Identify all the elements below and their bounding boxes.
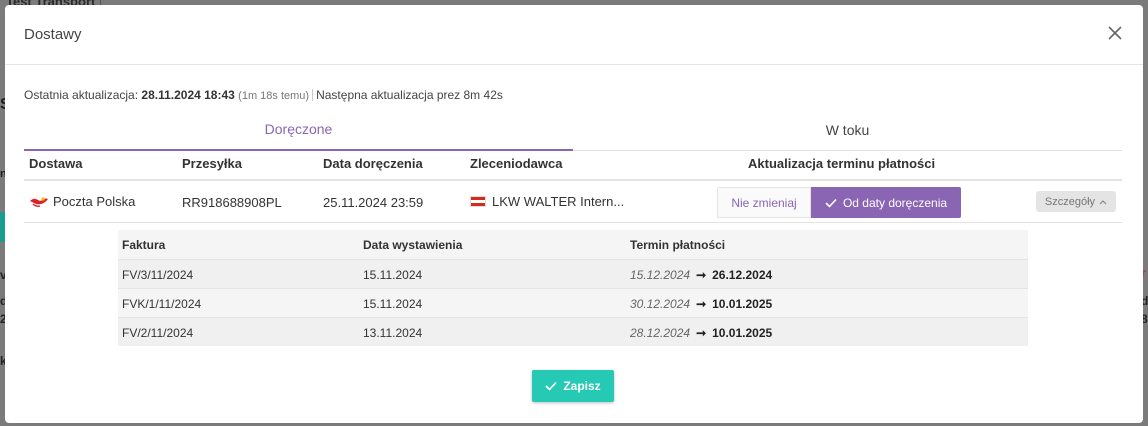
invoice-issue-date: 15.11.2024 [363, 297, 423, 311]
keep-unchanged-button[interactable]: Nie zmieniaj [717, 187, 811, 218]
details-label: Szczegóły [1044, 195, 1096, 208]
new-due-date: 10.01.2025 [712, 297, 773, 311]
tab-delivered[interactable]: Doręczone [24, 109, 573, 151]
next-update-label: Następna aktualizacja prez 8m 42s [316, 88, 503, 102]
update-status: Ostatnia aktualizacja: 28.11.2024 18:43 … [24, 88, 503, 102]
new-due-date: 10.01.2025 [712, 326, 773, 340]
invoice-number: FVK/1/11/2024 [122, 297, 202, 311]
invoice-issue-date: 13.11.2024 [363, 326, 423, 340]
last-update-ago: (1m 18s temu) [238, 90, 310, 102]
client-name: LKW WALTER Intern... [492, 194, 625, 209]
tabs: Doręczone W toku [24, 109, 1122, 151]
check-icon [545, 381, 557, 391]
chevron-up-icon [1099, 199, 1107, 204]
new-due-date: 26.12.2024 [712, 268, 773, 282]
invoice-number: FV/3/11/2024 [122, 268, 194, 282]
from-delivery-date-label: Od daty doręczenia [842, 195, 948, 210]
close-button[interactable] [1105, 23, 1125, 43]
details-button[interactable]: Szczegóły [1036, 191, 1116, 212]
table-header: Dostawa Przesyłka Data doręczenia Zlecen… [24, 151, 1122, 181]
poczta-polska-logo-icon [30, 196, 48, 207]
header-delivery-date: Data doręczenia [323, 156, 423, 171]
separator [312, 89, 314, 101]
invoice-number: FV/2/11/2024 [122, 326, 194, 340]
header-invoice: Faktura [122, 238, 166, 252]
invoice-row: FV/2/11/2024 13.11.2024 28.12.2024 ➞ 10.01… [118, 317, 1028, 346]
from-delivery-date-button[interactable]: Od daty doręczenia [811, 187, 961, 218]
invoice-due-change: 28.12.2024 ➞ 10.01.2025 [630, 326, 772, 340]
invoice-due-change: 15.12.2024 ➞ 26.12.2024 [630, 268, 772, 282]
deliveries-modal: Dostawy Ostatnia aktualizacja: 28.11.202… [5, 5, 1143, 423]
arrow-right-icon: ➞ [696, 297, 707, 311]
tab-in-progress[interactable]: W toku [573, 109, 1122, 151]
payment-update-toggle: Nie zmieniaj Od daty doręczenia [717, 187, 961, 218]
last-update-value: 28.11.2024 18:43 [141, 88, 235, 102]
close-icon [1108, 26, 1122, 40]
invoice-row: FV/3/11/2024 15.11.2024 15.12.2024 ➞ 26.12… [118, 259, 1028, 288]
modal-header: Dostawy [5, 5, 1143, 65]
header-issue-date: Data wystawienia [363, 238, 463, 252]
carrier-name: Poczta Polska [53, 194, 136, 209]
invoice-issue-date: 15.11.2024 [363, 268, 423, 282]
arrow-right-icon: ➞ [696, 326, 707, 340]
invoice-due-change: 30.12.2024 ➞ 10.01.2025 [630, 297, 772, 311]
last-update-label: Ostatnia aktualizacja: [24, 88, 142, 102]
table-row: Poczta Polska RR918688908PL 25.11.2024 2… [24, 181, 1122, 223]
tracking-number: RR918688908PL [182, 195, 282, 210]
invoices-table: Faktura Data wystawienia Termin płatnośc… [118, 230, 1028, 346]
header-delivery: Dostawa [29, 156, 83, 171]
header-shipment: Przesyłka [182, 156, 242, 171]
header-payment-update: Aktualizacja terminu płatności [748, 156, 936, 171]
save-label: Zapisz [563, 379, 601, 393]
carrier-cell: Poczta Polska [29, 194, 135, 209]
check-icon [825, 198, 837, 208]
old-due-date: 15.12.2024 [630, 268, 691, 282]
delivery-date: 25.11.2024 23:59 [323, 195, 424, 210]
invoices-header: Faktura Data wystawienia Termin płatnośc… [118, 230, 1028, 259]
header-client: Zleceniodawca [470, 156, 563, 171]
save-button[interactable]: Zapisz [532, 370, 614, 402]
header-due-date: Termin płatności [630, 238, 726, 252]
modal-title: Dostawy [24, 26, 82, 43]
arrow-right-icon: ➞ [696, 268, 707, 282]
austria-flag-icon [470, 196, 486, 207]
deliveries-table: Dostawa Przesyłka Data doręczenia Zlecen… [24, 151, 1122, 223]
client-cell: LKW WALTER Intern... [470, 194, 624, 209]
old-due-date: 28.12.2024 [630, 326, 691, 340]
old-due-date: 30.12.2024 [630, 297, 691, 311]
invoice-row: FVK/1/11/2024 15.11.2024 30.12.2024 ➞ 10.0… [118, 288, 1028, 317]
